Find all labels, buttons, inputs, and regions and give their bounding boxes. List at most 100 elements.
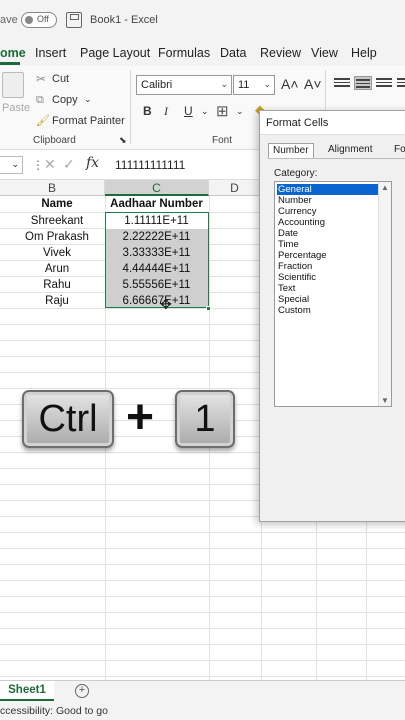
format-cells-dialog: Format Cells Number Alignment For Catego… (259, 110, 405, 522)
ribbon-tabs: ome Insert Page Layout Formulas Data Rev… (0, 40, 405, 66)
gridline (0, 580, 405, 581)
font-name-value: Calibri (141, 79, 173, 91)
tab-insert[interactable]: Insert (35, 46, 66, 60)
name-cell[interactable]: Om Prakash (0, 229, 114, 245)
autosave-label: ave (0, 14, 18, 26)
name-box[interactable]: ⌄ (0, 156, 23, 174)
sheet-tab-bar: Sheet1 + (0, 680, 405, 702)
category-item-date[interactable]: Date (277, 228, 379, 239)
add-sheet-button[interactable]: + (75, 684, 89, 698)
column-header-b[interactable]: B (0, 180, 105, 196)
tab-alignment[interactable]: Alignment (324, 143, 376, 159)
category-item-scientific[interactable]: Scientific (277, 272, 379, 283)
scroll-up-icon[interactable]: ▲ (381, 183, 389, 192)
accessibility-status[interactable]: ccessibility: Good to go (0, 705, 108, 717)
align-top-icon[interactable] (333, 76, 351, 90)
more-options-icon[interactable]: ⋮ (32, 158, 44, 172)
gridline (0, 676, 405, 677)
category-item-custom[interactable]: Custom (277, 305, 379, 316)
tab-review[interactable]: Review (260, 46, 301, 60)
copy-icon[interactable]: ⧉ (36, 94, 44, 107)
borders-dropdown-icon[interactable]: ⌄ (236, 106, 244, 117)
gridline (0, 644, 405, 645)
tab-home[interactable]: ome (0, 46, 26, 60)
tab-data[interactable]: Data (220, 46, 246, 60)
bold-button[interactable]: B (143, 104, 152, 118)
cancel-icon[interactable]: ✕ (44, 156, 56, 173)
clipboard-launcher-icon[interactable]: ⬊ (119, 135, 127, 146)
tab-help[interactable]: Help (351, 46, 377, 60)
insert-function-button[interactable]: fx (86, 155, 99, 171)
one-key-overlay: 1 (175, 390, 235, 448)
underline-dropdown-icon[interactable]: ⌄ (201, 106, 209, 117)
formula-input[interactable]: 111111111111 (115, 158, 185, 172)
tab-view[interactable]: View (311, 46, 338, 60)
number-cell[interactable]: 5.55556E+11 (105, 277, 208, 293)
name-cell[interactable]: Raju (0, 293, 114, 309)
decrease-font-icon[interactable]: A˅ (304, 76, 322, 92)
number-cell[interactable]: 6.66667E+11 (105, 293, 208, 309)
category-scrollbar[interactable]: ▲ ▼ (378, 182, 391, 406)
number-cell[interactable]: 1.11111E+11 (105, 213, 208, 229)
scroll-down-icon[interactable]: ▼ (381, 396, 389, 405)
increase-font-icon[interactable]: A˄ (281, 76, 299, 92)
copy-dropdown-icon[interactable]: ⌄ (84, 94, 92, 105)
font-size-select[interactable]: 11 ⌄ (233, 75, 275, 95)
cut-icon[interactable]: ✂ (36, 72, 46, 86)
name-cell[interactable]: Arun (0, 261, 114, 277)
name-cell[interactable]: Vivek (0, 245, 114, 261)
autosave-state: Off (37, 14, 49, 24)
tab-active-indicator (0, 62, 20, 65)
category-item-fraction[interactable]: Fraction (277, 261, 379, 272)
tab-page-layout[interactable]: Page Layout (80, 46, 150, 60)
borders-icon[interactable]: ⊞ (216, 102, 229, 120)
save-icon[interactable] (66, 12, 82, 28)
tab-formulas[interactable]: Formulas (158, 46, 210, 60)
paste-icon[interactable] (2, 72, 24, 98)
column-header-c[interactable]: C (105, 180, 209, 196)
category-item-currency[interactable]: Currency (277, 206, 379, 217)
sheet-tab-sheet1[interactable]: Sheet1 (0, 681, 54, 701)
gridline (0, 612, 405, 613)
number-cell[interactable]: 4.44444E+11 (105, 261, 208, 277)
category-item-text[interactable]: Text (277, 283, 379, 294)
align-bottom-icon[interactable] (375, 76, 393, 90)
clipboard-group-label: Clipboard (33, 135, 76, 146)
format-painter-icon[interactable]: 🖌 (36, 114, 50, 127)
paste-button[interactable]: Paste (2, 102, 30, 114)
number-cell[interactable]: 2.22222E+11 (105, 229, 208, 245)
chevron-down-icon: ⌄ (220, 79, 228, 89)
header-aadhaar-cell[interactable]: Aadhaar Number (105, 196, 208, 212)
font-name-select[interactable]: Calibri ⌄ (136, 75, 232, 95)
font-group-label: Font (212, 135, 233, 146)
copy-button[interactable]: Copy (52, 94, 78, 106)
format-painter-button[interactable]: Format Painter (52, 115, 125, 127)
align-middle-icon[interactable] (354, 76, 372, 90)
category-item-general[interactable]: General (277, 184, 379, 195)
underline-button[interactable]: U (184, 104, 193, 118)
tab-font[interactable]: For (390, 143, 405, 159)
name-cell[interactable]: Rahu (0, 277, 114, 293)
category-item-percentage[interactable]: Percentage (277, 250, 379, 261)
gridline (0, 548, 405, 549)
cut-button[interactable]: Cut (52, 73, 69, 85)
ctrl-key-overlay: Ctrl (22, 390, 114, 448)
title-bar: ave Off Book1 - Excel (0, 0, 405, 40)
category-item-time[interactable]: Time (277, 239, 379, 250)
autosave-toggle[interactable]: Off (21, 12, 57, 28)
tab-number[interactable]: Number (268, 143, 314, 159)
category-item-special[interactable]: Special (277, 294, 379, 305)
orientation-icon[interactable] (396, 76, 405, 90)
name-cell[interactable]: Shreekant (0, 213, 114, 229)
italic-button[interactable]: I (164, 104, 168, 119)
number-cell[interactable]: 3.33333E+11 (105, 245, 208, 261)
gridline (0, 628, 405, 629)
category-item-accounting[interactable]: Accounting (277, 217, 379, 228)
enter-icon[interactable]: ✓ (63, 156, 75, 173)
fill-handle[interactable] (206, 306, 211, 311)
column-header-d[interactable]: D (209, 180, 261, 196)
category-list[interactable]: General Number Currency Accounting Date … (274, 181, 392, 407)
category-item-number[interactable]: Number (277, 195, 379, 206)
header-name-cell[interactable]: Name (0, 196, 114, 212)
tab-divider (268, 158, 405, 159)
